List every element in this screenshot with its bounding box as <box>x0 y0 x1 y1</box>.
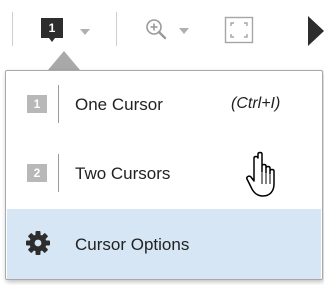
fit-to-view-icon <box>224 16 254 44</box>
cursor-mode-button[interactable]: 1 <box>40 18 64 44</box>
gear-icon <box>26 231 50 255</box>
menu-item-cursor-options[interactable]: Cursor Options <box>7 209 321 279</box>
menu-item-label: Cursor Options <box>75 235 190 254</box>
play-icon <box>308 16 324 46</box>
hand-cursor-icon <box>246 151 275 197</box>
two-cursors-icon: 2 <box>27 164 47 182</box>
one-cursor-icon: 1 <box>27 95 47 113</box>
menu-item-label: One Cursor <box>75 95 163 114</box>
menu-item-one-cursor[interactable]: 1 One Cursor (Ctrl+I) <box>7 72 321 138</box>
zoom-in-button[interactable] <box>144 17 170 43</box>
menu-item-label: Two Cursors <box>75 164 171 183</box>
menu-item-divider <box>58 85 59 123</box>
zoom-dropdown-arrow[interactable] <box>179 28 189 34</box>
toolbar-separator <box>116 12 117 46</box>
menu-item-divider <box>58 154 59 192</box>
cursor-icon: 1 <box>41 18 63 38</box>
play-button[interactable] <box>306 16 324 46</box>
fit-to-view-button[interactable] <box>224 16 254 44</box>
cursor-mode-dropdown-arrow[interactable] <box>80 29 90 35</box>
shortcut-hint: (Ctrl+I) <box>231 95 281 112</box>
zoom-in-icon <box>146 19 167 40</box>
toolbar-separator <box>12 12 13 46</box>
